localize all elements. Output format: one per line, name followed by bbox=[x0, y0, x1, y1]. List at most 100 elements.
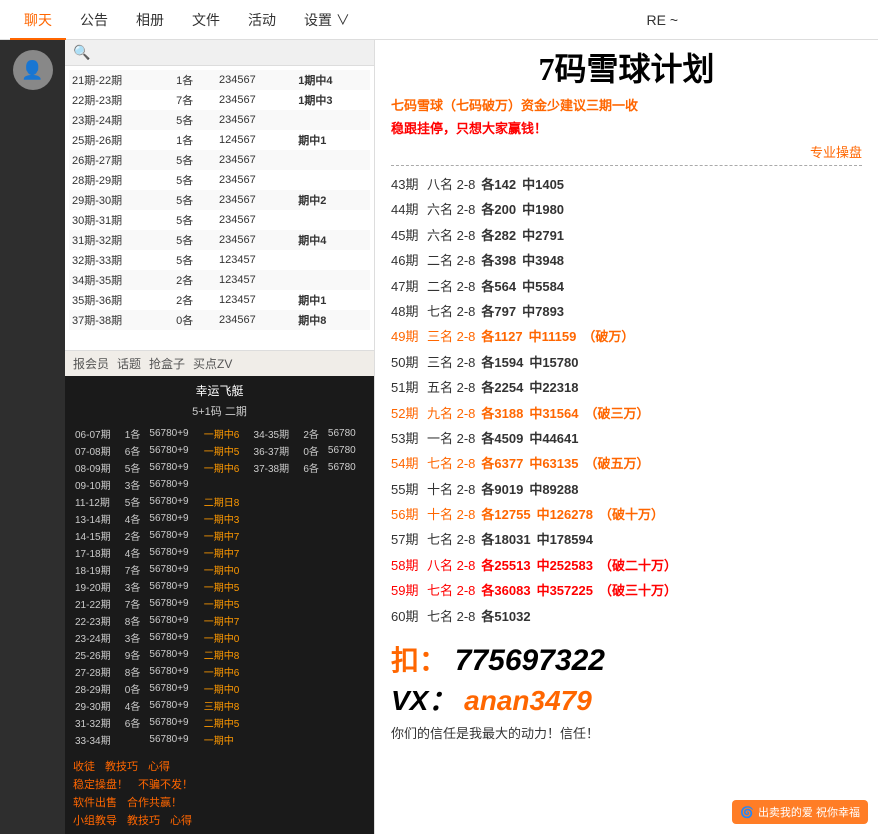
top-nav: 聊天 公告 相册 文件 活动 设置 ∨ RE ~ bbox=[0, 0, 878, 40]
label-exp: 心得 bbox=[148, 758, 170, 774]
nav-chat[interactable]: 聊天 bbox=[10, 0, 66, 40]
lucky-subtitle: 5+1码 二期 bbox=[73, 403, 366, 419]
result-row: 60期 七名 2-8 各51032 bbox=[391, 604, 862, 629]
chat-toolbar: 报会员 话题 抢盒子 买点ZV bbox=[65, 350, 374, 376]
nav-files[interactable]: 文件 bbox=[178, 0, 234, 40]
result-row: 54期 七名 2-8 各6377 中63135 （破五万） bbox=[391, 451, 862, 476]
lucky-section: 幸运飞艇 5+1码 二期 06-07期1各56780+9一期中634-35期2各… bbox=[65, 376, 374, 754]
chat-table-row: 21期-22期 1各 234567 1期中4 bbox=[69, 70, 370, 90]
page-title: 7码雪球计划 bbox=[391, 50, 862, 88]
pro-badge: 专业操盘 bbox=[391, 142, 862, 166]
lucky-table-row: 22-23期8各56780+9一期中7 bbox=[73, 612, 366, 629]
lucky-table-row: 13-14期4各56780+9一期中3 bbox=[73, 510, 366, 527]
lucky-title: 幸运飞艇 bbox=[73, 382, 366, 399]
right-content[interactable]: 7码雪球计划 七码雪球（七码破万）资金少建议三期一收 稳跟挂停，只想大家赢钱！ … bbox=[375, 40, 878, 834]
label-skill: 教技巧 bbox=[105, 758, 138, 774]
left-sidebar: 👤 bbox=[0, 40, 65, 834]
result-row: 59期 七名 2-8 各36083 中357225 （破三十万） bbox=[391, 578, 862, 603]
search-icon: 🔍 bbox=[73, 44, 90, 61]
result-row: 51期 五名 2-8 各2254 中22318 bbox=[391, 375, 862, 400]
label-stable: 稳定操盘！ bbox=[73, 776, 128, 792]
lucky-table-row: 07-08期6各56780+9一期中536-37期0各56780 bbox=[73, 442, 366, 459]
label-software: 软件出售 bbox=[73, 794, 117, 810]
nav-re-label: RE ~ bbox=[646, 0, 678, 40]
chat-table-row: 26期-27期 5各 234567 bbox=[69, 150, 370, 170]
label-coop: 合作共赢！ bbox=[127, 794, 182, 810]
weibo-icon: 🌀 bbox=[740, 806, 754, 819]
bottom-row-2: 稳定操盘！ 不骗不发！ bbox=[73, 776, 366, 792]
result-row: 53期 一名 2-8 各4509 中44641 bbox=[391, 426, 862, 451]
nav-album[interactable]: 相册 bbox=[122, 0, 178, 40]
lucky-table-row: 28-29期0各56780+9一期中0 bbox=[73, 680, 366, 697]
label-honest: 不骗不发！ bbox=[138, 776, 193, 792]
result-row: 52期 九名 2-8 各3188 中31564 （破三万） bbox=[391, 401, 862, 426]
chat-table: 21期-22期 1各 234567 1期中4 22期-23期 7各 234567… bbox=[69, 70, 370, 330]
result-row: 48期 七名 2-8 各797 中7893 bbox=[391, 299, 862, 324]
chat-table-row: 22期-23期 7各 234567 1期中3 bbox=[69, 90, 370, 110]
user-avatar[interactable]: 👤 bbox=[13, 50, 53, 90]
bottom-row-4: 小组教导 教技巧 心得 bbox=[73, 812, 366, 828]
result-row: 45期 六名 2-8 各282 中2791 bbox=[391, 223, 862, 248]
toolbar-join[interactable]: 报会员 bbox=[73, 355, 109, 372]
lucky-table: 06-07期1各56780+9一期中634-35期2各5678007-08期6各… bbox=[73, 425, 366, 748]
intro-text-1: 七码雪球（七码破万）资金少建议三期一收 bbox=[391, 96, 862, 117]
contact-vx: VX： anan3479 bbox=[391, 679, 862, 719]
label-collect: 收徒 bbox=[73, 758, 95, 774]
toolbar-topic[interactable]: 话题 bbox=[117, 355, 141, 372]
chat-table-row: 32期-33期 5各 123457 bbox=[69, 250, 370, 270]
result-row: 57期 七名 2-8 各18031 中178594 bbox=[391, 527, 862, 552]
chat-table-row: 28期-29期 5各 234567 bbox=[69, 170, 370, 190]
main-layout: 👤 🔍 21期-22期 1各 234567 1期中4 22期-23期 7各 23… bbox=[0, 40, 878, 834]
lucky-table-row: 14-15期2各56780+9一期中7 bbox=[73, 527, 366, 544]
lucky-table-row: 08-09期5各56780+9一期中637-38期6各56780 bbox=[73, 459, 366, 476]
result-row: 44期 六名 2-8 各200 中1980 bbox=[391, 197, 862, 222]
contact-qq: 扣： 775697322 bbox=[391, 639, 862, 679]
lucky-table-row: 33-34期56780+9一期中 bbox=[73, 731, 366, 748]
chat-table-row: 35期-36期 2各 123457 期中1 bbox=[69, 290, 370, 310]
vx-id: anan3479 bbox=[464, 685, 592, 716]
chat-table-row: 25期-26期 1各 124567 期中1 bbox=[69, 130, 370, 150]
chat-table-area[interactable]: 21期-22期 1各 234567 1期中4 22期-23期 7各 234567… bbox=[65, 66, 374, 350]
chat-table-row: 29期-30期 5各 234567 期中2 bbox=[69, 190, 370, 210]
toolbar-box[interactable]: 抢盒子 bbox=[149, 355, 185, 372]
lucky-table-row: 31-32期6各56780+9二期中5 bbox=[73, 714, 366, 731]
lucky-table-row: 19-20期3各56780+9一期中5 bbox=[73, 578, 366, 595]
toolbar-buy[interactable]: 买点ZV bbox=[193, 355, 232, 372]
contact-section: 扣： 775697322 VX： anan3479 你们的信任是我最大的动力！信… bbox=[391, 639, 862, 742]
chat-table-row: 30期-31期 5各 234567 bbox=[69, 210, 370, 230]
result-row: 47期 二名 2-8 各564 中5584 bbox=[391, 274, 862, 299]
chat-table-row: 23期-24期 5各 234567 bbox=[69, 110, 370, 130]
nav-notice[interactable]: 公告 bbox=[66, 0, 122, 40]
chat-table-row: 31期-32期 5各 234567 期中4 bbox=[69, 230, 370, 250]
bottom-row-1: 收徒 教技巧 心得 bbox=[73, 758, 366, 774]
result-row: 58期 八名 2-8 各25513 中252583 （破二十万） bbox=[391, 553, 862, 578]
chat-panel: 🔍 21期-22期 1各 234567 1期中4 22期-23期 7各 2345… bbox=[65, 40, 375, 834]
lucky-table-row: 09-10期3各56780+9 bbox=[73, 476, 366, 493]
lucky-table-row: 18-19期7各56780+9一期中0 bbox=[73, 561, 366, 578]
watermark: 🌀 出卖我的爱 祝你幸福 bbox=[732, 800, 868, 824]
qq-number: 775697322 bbox=[455, 644, 605, 677]
lucky-table-row: 27-28期8各56780+9一期中6 bbox=[73, 663, 366, 680]
lucky-table-row: 06-07期1各56780+9一期中634-35期2各56780 bbox=[73, 425, 366, 442]
label-skill2: 教技巧 bbox=[127, 812, 160, 828]
result-row: 50期 三名 2-8 各1594 中15780 bbox=[391, 350, 862, 375]
chat-table-row: 34期-35期 2各 123457 bbox=[69, 270, 370, 290]
chat-table-row: 37期-38期 0各 234567 期中8 bbox=[69, 310, 370, 330]
bottom-row-3: 软件出售 合作共赢！ bbox=[73, 794, 366, 810]
result-row: 49期 三名 2-8 各1127 中11159 （破万） bbox=[391, 324, 862, 349]
label-exp2: 心得 bbox=[170, 812, 192, 828]
lucky-table-row: 21-22期7各56780+9一期中5 bbox=[73, 595, 366, 612]
result-row: 46期 二名 2-8 各398 中3948 bbox=[391, 248, 862, 273]
lucky-table-row: 11-12期5各56780+9二期日8 bbox=[73, 493, 366, 510]
intro-text-2: 稳跟挂停，只想大家赢钱！ bbox=[391, 119, 862, 140]
results-list: 43期 八名 2-8 各142 中1405 44期 六名 2-8 各200 中1… bbox=[391, 172, 862, 629]
footer-text: 你们的信任是我最大的动力！信任！ bbox=[391, 723, 862, 742]
lucky-table-row: 23-24期3各56780+9一期中0 bbox=[73, 629, 366, 646]
result-row: 55期 十名 2-8 各9019 中89288 bbox=[391, 477, 862, 502]
result-row: 43期 八名 2-8 各142 中1405 bbox=[391, 172, 862, 197]
lucky-table-row: 17-18期4各56780+9一期中7 bbox=[73, 544, 366, 561]
nav-activities[interactable]: 活动 bbox=[234, 0, 290, 40]
bottom-labels: 收徒 教技巧 心得 稳定操盘！ 不骗不发！ 软件出售 合作共赢！ 小组教导 教技… bbox=[65, 754, 374, 834]
nav-settings[interactable]: 设置 ∨ bbox=[290, 0, 364, 40]
lucky-table-row: 25-26期9各56780+9二期中8 bbox=[73, 646, 366, 663]
